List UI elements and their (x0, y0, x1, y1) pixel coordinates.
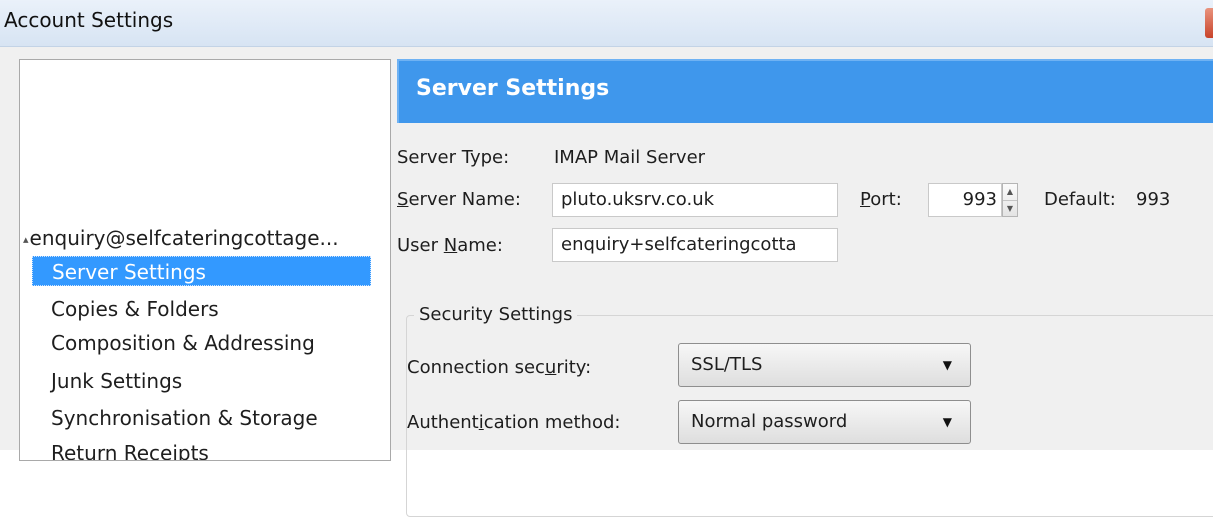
port-label-text: ort: (870, 189, 902, 210)
server-name-input[interactable]: pluto.uksrv.co.uk (552, 183, 838, 217)
chevron-down-icon: ▼ (942, 358, 952, 372)
default-port-label: Default: (1044, 189, 1116, 210)
server-type-label: Server Type: (397, 147, 510, 168)
tree-item-server-settings[interactable]: Server Settings (32, 256, 371, 286)
chevron-down-icon: ▼ (942, 415, 952, 429)
user-name-accesskey: N (443, 235, 458, 256)
server-type-value: IMAP Mail Server (554, 147, 706, 168)
account-tree[interactable]: ▴enquiry@selfcateringcottage... Server S… (19, 59, 391, 461)
tree-item-composition-addressing[interactable]: Composition & Addressing (32, 328, 371, 358)
connection-security-dropdown[interactable]: SSL/TLS ▼ (678, 343, 971, 387)
user-name-label: User Name: (397, 235, 503, 256)
tree-item-label: Server Settings (52, 260, 206, 284)
connection-security-label: Connection security: (407, 357, 591, 378)
security-settings-legend: Security Settings (414, 304, 578, 325)
server-name-accesskey: S (397, 189, 409, 210)
authentication-method-value: Normal password (691, 411, 848, 432)
port-accesskey: P (860, 189, 871, 210)
user-name-label-pre: User (397, 235, 444, 256)
panel-title: Server Settings (416, 76, 610, 101)
tree-account-label: enquiry@selfcateringcottage... (29, 226, 339, 250)
tree-account-node[interactable]: ▴enquiry@selfcateringcottage... (23, 226, 339, 250)
server-settings-panel: Server Settings Server Type: IMAP Mail S… (397, 59, 1213, 517)
server-name-label: Server Name: (397, 189, 521, 210)
default-port-value: 993 (1136, 189, 1171, 210)
close-button[interactable] (1205, 8, 1213, 38)
auth-label-pre: Authent (407, 412, 479, 433)
connection-label-text: rity: (556, 357, 592, 378)
authentication-method-label: Authentication method: (407, 412, 620, 433)
connection-security-value: SSL/TLS (691, 354, 763, 375)
tree-item-label: Return Receipts (51, 441, 209, 461)
title-bar: Account Settings (0, 0, 1213, 47)
account-settings-body: ▴enquiry@selfcateringcottage... Server S… (0, 47, 1213, 517)
tree-item-label: Junk Settings (51, 369, 183, 393)
connection-accesskey: u (544, 357, 557, 378)
user-name-label-text: ame: (457, 235, 503, 256)
port-label: Port: (860, 189, 902, 210)
connection-label-pre: Connection sec (407, 357, 545, 378)
auth-label-text: cation method: (483, 412, 621, 433)
tree-item-label: Composition & Addressing (51, 331, 315, 355)
port-spinner[interactable]: ▲ ▼ (1002, 183, 1018, 217)
tree-item-label: Copies & Folders (51, 297, 219, 321)
tree-item-copies-folders[interactable]: Copies & Folders (32, 294, 371, 324)
panel-header: Server Settings (397, 59, 1213, 123)
user-name-input[interactable]: enquiry+selfcateringcotta (552, 228, 838, 262)
spin-down-icon[interactable]: ▼ (1003, 201, 1017, 217)
tree-item-label: Synchronisation & Storage (51, 406, 318, 430)
tree-expander-icon[interactable]: ▴ (23, 233, 29, 246)
window-title: Account Settings (4, 8, 174, 32)
server-name-label-text: erver Name: (408, 189, 521, 210)
spin-up-icon[interactable]: ▲ (1003, 184, 1017, 201)
port-input[interactable]: 993 (928, 183, 1002, 217)
authentication-method-dropdown[interactable]: Normal password ▼ (678, 400, 971, 444)
tree-item-synchronisation-storage[interactable]: Synchronisation & Storage (32, 403, 371, 433)
tree-item-junk-settings[interactable]: Junk Settings (32, 366, 371, 396)
